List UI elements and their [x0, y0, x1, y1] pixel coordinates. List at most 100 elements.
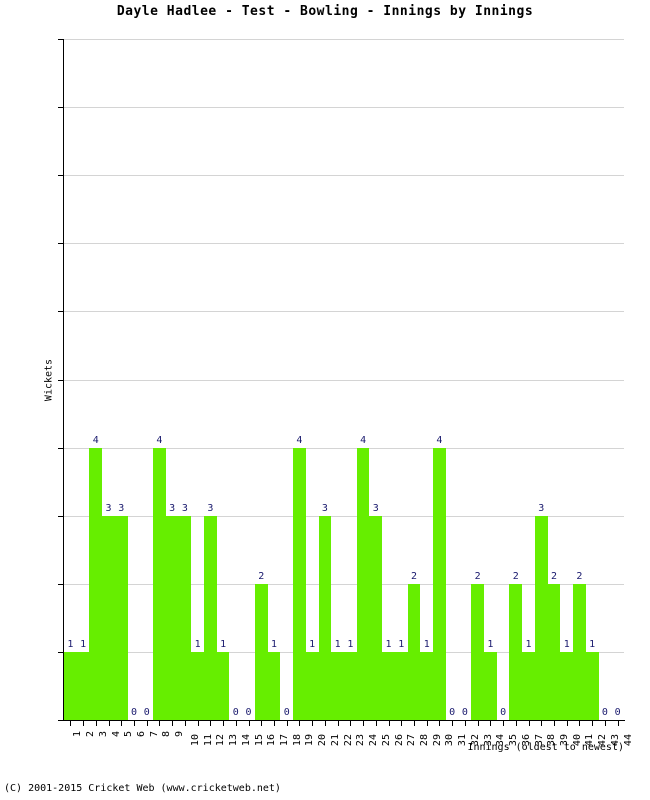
bar[interactable] [114, 515, 128, 720]
bar-column[interactable]: 4 [356, 39, 370, 720]
x-tick-mark [261, 721, 263, 726]
bar-value-label: 4 [92, 434, 99, 446]
bar-value-label: 2 [512, 570, 519, 582]
x-tick-mark [579, 721, 581, 726]
bar-column[interactable]: 2 [547, 39, 561, 720]
bar-value-label: 0 [232, 707, 239, 718]
bar-column[interactable]: 1 [331, 39, 344, 720]
bar-column[interactable]: 3 [178, 39, 192, 720]
bar[interactable] [407, 583, 421, 720]
bar[interactable] [318, 515, 332, 720]
x-tick-mark [312, 721, 314, 726]
bar[interactable] [394, 651, 408, 720]
bar-column[interactable]: 0 [280, 39, 293, 720]
bar-column[interactable]: 4 [293, 39, 306, 720]
bar-column[interactable]: 1 [560, 39, 574, 720]
bar-column[interactable]: 1 [484, 39, 497, 720]
bar-value-label: 0 [245, 707, 252, 718]
bar-value-label: 2 [258, 570, 265, 582]
bar[interactable] [560, 651, 574, 720]
bar-column[interactable]: 0 [446, 39, 459, 720]
bar-column[interactable]: 1 [76, 39, 90, 720]
bar-column[interactable]: 0 [140, 39, 153, 720]
x-tick-mark [337, 721, 339, 726]
bar-column[interactable]: 1 [344, 39, 357, 720]
bar[interactable] [165, 515, 179, 720]
bar[interactable] [382, 651, 395, 720]
chart-title: Dayle Hadlee - Test - Bowling - Innings … [116, 4, 534, 19]
bar-column[interactable]: 3 [534, 39, 548, 720]
bar-column[interactable]: 1 [585, 39, 599, 720]
bar[interactable] [534, 515, 548, 720]
bar[interactable] [254, 583, 268, 720]
bar-column[interactable]: 0 [497, 39, 510, 720]
bar-value-label: 1 [334, 638, 341, 650]
bar-column[interactable]: 2 [509, 39, 523, 720]
x-tick-label: 27 [406, 734, 418, 747]
bar[interactable] [471, 583, 484, 720]
bar-column[interactable]: 0 [229, 39, 242, 720]
bar-column[interactable]: 3 [204, 39, 217, 720]
bar-column[interactable]: 2 [573, 39, 586, 720]
bar-column[interactable]: 3 [165, 39, 179, 720]
bar[interactable] [356, 447, 370, 720]
bar-column[interactable]: 3 [369, 39, 383, 720]
bar[interactable] [573, 583, 586, 720]
x-tick-mark [146, 721, 148, 726]
bar-column[interactable]: 0 [459, 39, 472, 720]
bar[interactable] [331, 651, 344, 720]
bar[interactable] [191, 651, 204, 720]
bar[interactable] [76, 651, 90, 720]
bar-column[interactable]: 4 [433, 39, 446, 720]
bar[interactable] [267, 651, 281, 720]
bar-column[interactable]: 2 [407, 39, 421, 720]
bar[interactable] [420, 651, 434, 720]
bar-column[interactable]: 0 [128, 39, 141, 720]
bar-column[interactable]: 0 [611, 39, 624, 720]
bar-column[interactable]: 4 [89, 39, 103, 720]
bar-column[interactable]: 2 [254, 39, 268, 720]
bar[interactable] [369, 515, 383, 720]
bar-value-label: 1 [385, 638, 392, 650]
bar[interactable] [89, 447, 103, 720]
bar[interactable] [547, 583, 561, 720]
bar[interactable] [484, 651, 497, 720]
x-tick-mark [604, 721, 606, 726]
bar[interactable] [585, 651, 599, 720]
bar-column[interactable]: 3 [114, 39, 128, 720]
bar-value-label: 0 [500, 707, 507, 718]
bar-column[interactable]: 3 [318, 39, 332, 720]
bar[interactable] [509, 583, 523, 720]
bar[interactable] [178, 515, 192, 720]
bar[interactable] [305, 651, 319, 720]
bar-column[interactable]: 1 [305, 39, 319, 720]
bar-column[interactable]: 1 [267, 39, 281, 720]
bar-column[interactable]: 0 [242, 39, 255, 720]
x-tick-mark [503, 721, 505, 726]
bar-column[interactable]: 1 [382, 39, 395, 720]
bar-column[interactable]: 4 [153, 39, 166, 720]
copyright-footer: (C) 2001-2015 Cricket Web (www.cricketwe… [4, 783, 281, 794]
bar-column[interactable]: 1 [191, 39, 204, 720]
bar[interactable] [344, 651, 357, 720]
x-tick-mark [235, 721, 237, 726]
x-tick-mark [388, 721, 390, 726]
bar-column[interactable]: 0 [599, 39, 612, 720]
bar-column[interactable]: 3 [102, 39, 115, 720]
bar[interactable] [204, 515, 217, 720]
bar-column[interactable]: 1 [420, 39, 434, 720]
bar[interactable] [216, 651, 230, 720]
x-tick-mark [363, 721, 365, 726]
bar-column[interactable]: 2 [471, 39, 484, 720]
x-tick-label: 2 [85, 731, 97, 738]
bar-column[interactable]: 1 [522, 39, 535, 720]
bar[interactable] [102, 515, 115, 720]
bar-column[interactable]: 1 [394, 39, 408, 720]
bar-column[interactable]: 1 [216, 39, 230, 720]
bar[interactable] [522, 651, 535, 720]
bar[interactable] [153, 447, 166, 720]
bar[interactable] [433, 447, 446, 720]
bar[interactable] [64, 651, 77, 720]
bar-column[interactable]: 1 [64, 39, 77, 720]
bar[interactable] [293, 447, 306, 720]
